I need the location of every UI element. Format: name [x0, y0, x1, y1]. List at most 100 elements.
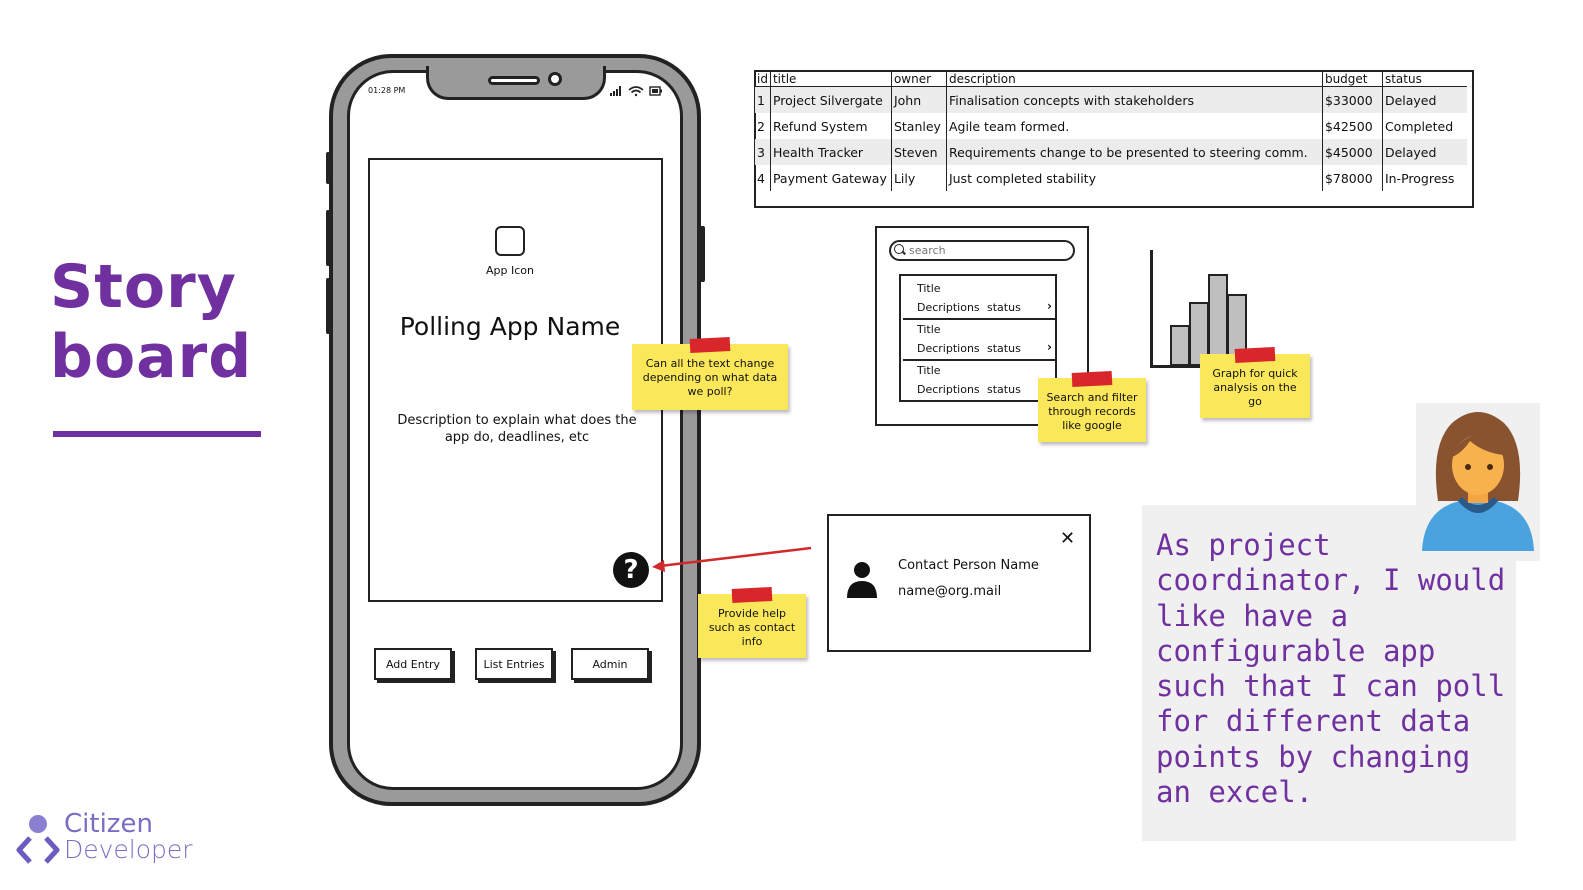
search-input[interactable]: search	[889, 240, 1075, 261]
cell-status: Completed	[1381, 113, 1467, 139]
col-header-status: status	[1381, 71, 1467, 87]
app-start-screen	[368, 158, 663, 602]
cell-budget: $45000	[1321, 139, 1383, 165]
col-header-description: description	[945, 71, 1323, 87]
signal-icon	[610, 86, 621, 96]
chart-bar	[1208, 274, 1228, 366]
avatar	[1422, 412, 1534, 551]
logo-line-2: Developer	[64, 835, 193, 864]
search-icon	[894, 244, 904, 254]
title-line-1: Story	[50, 252, 237, 322]
phone-power-button	[700, 226, 705, 282]
cell-description: Requirements change to be presented to s…	[945, 139, 1323, 165]
chart-y-axis	[1150, 250, 1153, 368]
person-icon	[847, 562, 877, 598]
sticky-tape	[689, 336, 731, 354]
sticky-tape	[731, 586, 773, 604]
cell-title: Project Silvergate	[769, 86, 892, 113]
app-icon-label: App Icon	[486, 264, 534, 277]
data-table: id title owner description budget status…	[755, 71, 1467, 191]
list-item-description: Decriptions	[917, 383, 980, 396]
contact-name: Contact Person Name	[898, 558, 1039, 573]
sticky-tape	[1071, 370, 1113, 388]
phone-camera	[548, 72, 562, 86]
cell-title: Health Tracker	[769, 139, 892, 165]
add-entry-button[interactable]: Add Entry	[374, 648, 452, 680]
sticky-tape	[1234, 346, 1276, 364]
phone-speaker	[488, 76, 540, 85]
cell-status: Delayed	[1381, 139, 1467, 165]
list-item-status: status	[987, 301, 1021, 314]
list-item-description: Decriptions	[917, 301, 980, 314]
admin-button[interactable]: Admin	[571, 648, 649, 680]
cell-status: In-Progress	[1381, 165, 1467, 191]
chevron-right-icon[interactable]: ›	[1047, 340, 1052, 354]
col-header-owner: owner	[890, 71, 947, 87]
cell-description: Agile team formed.	[945, 113, 1323, 139]
help-button[interactable]: ?	[613, 552, 649, 588]
list-item-status: status	[987, 383, 1021, 396]
app-icon-placeholder	[495, 226, 525, 256]
list-item-title: Title	[917, 364, 941, 377]
cell-budget: $42500	[1321, 113, 1383, 139]
cell-id: 3	[755, 139, 771, 165]
sticky-note-text-change: Can all the text change depending on wha…	[632, 336, 788, 410]
logo-line-1: Citizen	[64, 809, 153, 839]
cell-title: Payment Gateway	[769, 165, 892, 191]
cell-description: Finalisation concepts with stakeholders	[945, 86, 1323, 113]
table-row: 1 Project Silvergate John Finalisation c…	[755, 86, 1467, 113]
sticky-note-text: Search and filter through records like g…	[1046, 391, 1138, 432]
cell-title: Refund System	[769, 113, 892, 139]
status-time: 01:28 PM	[368, 86, 406, 95]
citizen-developer-logo-icon	[16, 815, 60, 864]
phone-volume-up-button	[326, 210, 330, 266]
title-underline	[53, 431, 261, 437]
app-name: Polling App Name	[399, 312, 621, 341]
sticky-note-text: Provide help such as contact info	[708, 607, 796, 648]
list-item-status: status	[987, 342, 1021, 355]
status-icons	[610, 86, 662, 97]
record-list: Title Decriptions status › Title Decript…	[899, 274, 1057, 402]
cell-status: Delayed	[1381, 86, 1467, 113]
list-divider	[903, 318, 1055, 320]
cell-id: 1	[755, 86, 771, 113]
table-header-row: id title owner description budget status	[755, 71, 1467, 87]
list-entries-button[interactable]: List Entries	[475, 648, 553, 680]
col-header-budget: budget	[1321, 71, 1383, 87]
col-header-id: id	[755, 71, 771, 87]
col-header-title: title	[769, 71, 892, 87]
storyboard-title: Story board	[50, 252, 252, 392]
cell-budget: $78000	[1321, 165, 1383, 191]
cell-owner: Stanley	[890, 113, 947, 139]
list-item-title: Title	[917, 282, 941, 295]
arrow-icon	[652, 546, 812, 572]
phone-side-button	[326, 152, 330, 184]
sticky-note-text: Graph for quick analysis on the go	[1212, 367, 1298, 408]
title-line-2: board	[50, 322, 253, 392]
chevron-right-icon[interactable]: ›	[1047, 299, 1052, 313]
cell-description: Just completed stability	[945, 165, 1323, 191]
cell-id: 2	[757, 118, 765, 134]
close-icon[interactable]: ✕	[1060, 528, 1075, 549]
phone-volume-down-button	[326, 278, 330, 334]
sticky-note-graph: Graph for quick analysis on the go	[1200, 346, 1310, 418]
contact-email[interactable]: name@org.mail	[898, 584, 1001, 599]
sticky-note-provide-help: Provide help such as contact info	[698, 586, 806, 658]
battery-icon	[649, 86, 662, 96]
list-divider	[903, 359, 1055, 361]
table-row: 4 Payment Gateway Lily Just completed st…	[755, 165, 1467, 191]
sticky-note-text: Can all the text change depending on wha…	[642, 357, 778, 398]
list-item-description: Decriptions	[917, 342, 980, 355]
cell-owner: John	[890, 86, 947, 113]
wifi-icon	[628, 86, 644, 97]
table-row: 3 Health Tracker Steven Requirements cha…	[755, 139, 1467, 165]
sticky-note-search-filter: Search and filter through records like g…	[1038, 370, 1146, 442]
cell-id: 4	[757, 170, 765, 186]
chart-bar	[1170, 325, 1190, 366]
list-item-title: Title	[917, 323, 941, 336]
user-story-text: As project coordinator, I would like hav…	[1156, 528, 1506, 810]
cell-budget: $33000	[1321, 86, 1383, 113]
citizen-developer-logo: Citizen Developer	[64, 809, 193, 864]
cell-owner: Steven	[890, 139, 947, 165]
app-description: Description to explain what does the app…	[397, 413, 637, 445]
